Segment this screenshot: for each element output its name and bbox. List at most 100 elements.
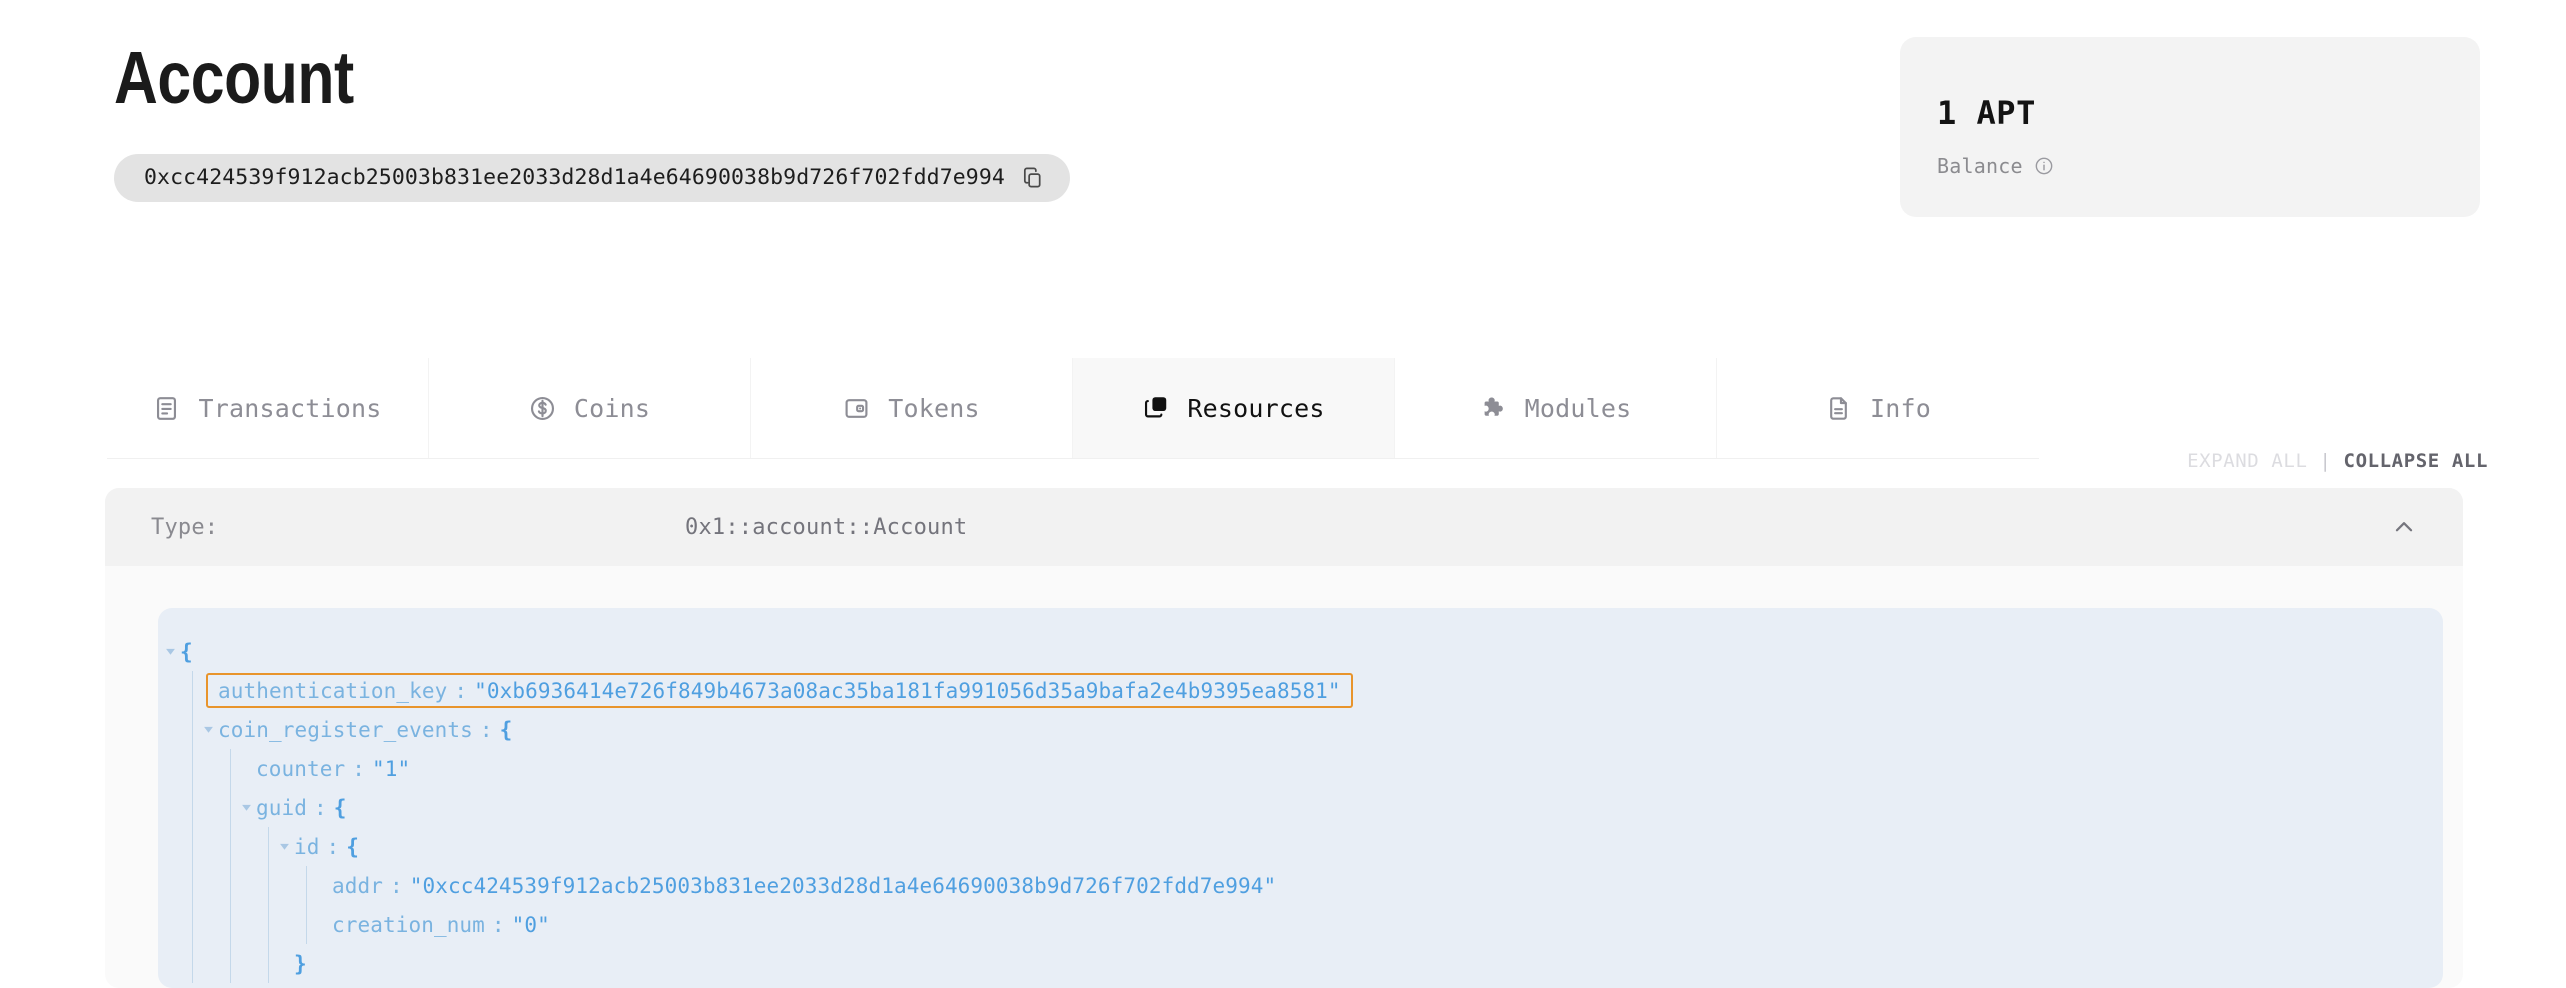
tree-guide-line bbox=[230, 905, 231, 944]
json-key: coin_register_events bbox=[218, 717, 473, 742]
tab-label: Resources bbox=[1187, 393, 1325, 423]
tree-guide-line bbox=[268, 866, 269, 905]
resource-panel: Type: 0x1::account::Account {authenticat… bbox=[105, 488, 2463, 988]
tab-transactions[interactable]: Transactions bbox=[107, 358, 429, 458]
json-tree-row: guid:{ bbox=[158, 788, 2443, 827]
json-value: "0xb6936414e726f849b4673a08ac35ba181fa99… bbox=[474, 678, 1341, 703]
info-circle-icon[interactable] bbox=[2034, 156, 2054, 176]
tree-guide-line bbox=[230, 827, 231, 866]
tab-label: Info bbox=[1869, 393, 1931, 423]
json-key: guid bbox=[256, 795, 307, 820]
json-value: "1" bbox=[371, 756, 411, 781]
resource-type-label: Type: bbox=[151, 514, 219, 540]
json-tree-row: id:{ bbox=[158, 827, 2443, 866]
resource-json-tree: {authentication_key: "0xb6936414e726f849b… bbox=[158, 608, 2443, 988]
expand-all-button[interactable]: EXPAND ALL bbox=[2187, 450, 2307, 472]
tree-controls: EXPAND ALL | COLLAPSE ALL bbox=[2187, 450, 2488, 472]
json-colon: : bbox=[454, 678, 468, 703]
balance-card: 1 APT Balance bbox=[1900, 37, 2480, 217]
copy-icon[interactable] bbox=[1021, 166, 1044, 189]
json-colon: : bbox=[352, 756, 365, 781]
tab-label: Transactions bbox=[198, 393, 382, 423]
tree-guide-line bbox=[306, 866, 307, 905]
account-tabs: Transactions Coins Tokens Resources Modu… bbox=[107, 358, 2039, 459]
controls-separator: | bbox=[2319, 450, 2332, 472]
token-card-icon bbox=[843, 395, 870, 422]
tree-guide-line bbox=[192, 749, 193, 788]
account-page: Account 0xcc424539f912acb25003b831ee2033… bbox=[0, 0, 2566, 988]
account-address-pill[interactable]: 0xcc424539f912acb25003b831ee2033d28d1a4e… bbox=[114, 154, 1070, 202]
tree-guide-line bbox=[192, 827, 193, 866]
receipt-icon bbox=[153, 395, 180, 422]
json-brace: } bbox=[294, 951, 307, 976]
json-brace: { bbox=[346, 834, 359, 859]
json-row-content: } bbox=[294, 952, 307, 976]
tab-tokens[interactable]: Tokens bbox=[751, 358, 1073, 458]
tree-guide-line bbox=[192, 710, 193, 749]
page-title: Account bbox=[114, 36, 354, 119]
document-icon bbox=[1825, 395, 1852, 422]
json-colon: : bbox=[479, 717, 493, 742]
collapse-all-button[interactable]: COLLAPSE ALL bbox=[2344, 450, 2488, 472]
json-key: counter bbox=[256, 756, 346, 781]
tree-guide-line bbox=[192, 905, 193, 944]
tab-label: Tokens bbox=[888, 393, 980, 423]
json-tree-row: { bbox=[158, 632, 2443, 671]
tree-guide-line bbox=[192, 866, 193, 905]
coin-dollar-icon bbox=[529, 395, 556, 422]
tree-toggle-icon[interactable] bbox=[162, 644, 178, 660]
tree-guide-line bbox=[192, 671, 193, 710]
tab-resources[interactable]: Resources bbox=[1073, 358, 1395, 458]
json-row-content: guid:{ bbox=[256, 796, 346, 820]
chevron-up-icon[interactable] bbox=[2391, 514, 2417, 540]
json-colon: : bbox=[491, 912, 505, 937]
resource-type-value: 0x1::account::Account bbox=[685, 514, 968, 540]
json-key: creation_num bbox=[332, 912, 485, 937]
balance-amount: 1 APT bbox=[1937, 94, 2036, 132]
tree-toggle-icon[interactable] bbox=[276, 839, 292, 855]
json-row-content: coin_register_events:{ bbox=[218, 718, 512, 742]
json-row-content: creation_num: "0" bbox=[332, 913, 550, 937]
json-value: "0xcc424539f912acb25003b831ee2033d28d1a4… bbox=[409, 873, 1277, 898]
json-tree-row: coin_register_events:{ bbox=[158, 710, 2443, 749]
json-key: id bbox=[294, 834, 320, 859]
json-value: "0" bbox=[511, 912, 550, 937]
json-colon: : bbox=[326, 834, 340, 859]
json-row-content: id:{ bbox=[294, 835, 359, 859]
json-tree-row: } bbox=[158, 944, 2443, 983]
account-address-text: 0xcc424539f912acb25003b831ee2033d28d1a4e… bbox=[144, 165, 1005, 190]
json-brace: { bbox=[333, 795, 347, 820]
json-key: authentication_key bbox=[218, 678, 448, 703]
json-colon: : bbox=[313, 795, 327, 820]
tree-guide-line bbox=[230, 944, 231, 983]
puzzle-piece-icon bbox=[1480, 395, 1507, 422]
tree-toggle-icon[interactable] bbox=[200, 722, 216, 738]
json-row-content: addr: "0xcc424539f912acb25003b831ee2033d2… bbox=[332, 874, 1276, 898]
resource-header-row[interactable]: Type: 0x1::account::Account bbox=[105, 488, 2463, 566]
balance-label: Balance bbox=[1937, 154, 2023, 178]
json-tree-row: authentication_key: "0xb6936414e726f849b4… bbox=[158, 671, 2443, 710]
tree-guide-line bbox=[230, 788, 231, 827]
tree-guide-line bbox=[268, 944, 269, 983]
json-colon: : bbox=[389, 873, 403, 898]
json-brace: { bbox=[499, 717, 513, 742]
tab-label: Modules bbox=[1524, 393, 1632, 423]
tab-modules[interactable]: Modules bbox=[1395, 358, 1717, 458]
json-tree-row: creation_num: "0" bbox=[158, 905, 2443, 944]
tree-guide-line bbox=[306, 905, 307, 944]
page-header: Account 0xcc424539f912acb25003b831ee2033… bbox=[114, 36, 1214, 202]
balance-label-row: Balance bbox=[1937, 154, 2480, 178]
json-brace: { bbox=[180, 639, 193, 664]
json-key: addr bbox=[332, 873, 383, 898]
tab-info[interactable]: Info bbox=[1717, 358, 2039, 458]
tree-guide-line bbox=[268, 905, 269, 944]
tree-toggle-icon[interactable] bbox=[238, 800, 254, 816]
tab-coins[interactable]: Coins bbox=[429, 358, 751, 458]
tree-guide-line bbox=[192, 788, 193, 827]
json-row-content: counter: "1" bbox=[256, 757, 410, 781]
tab-label: Coins bbox=[573, 393, 651, 423]
json-row-content: { bbox=[180, 640, 193, 664]
tree-guide-line bbox=[192, 944, 193, 983]
json-tree-row: addr: "0xcc424539f912acb25003b831ee2033d2… bbox=[158, 866, 2443, 905]
json-tree-row: counter: "1" bbox=[158, 749, 2443, 788]
